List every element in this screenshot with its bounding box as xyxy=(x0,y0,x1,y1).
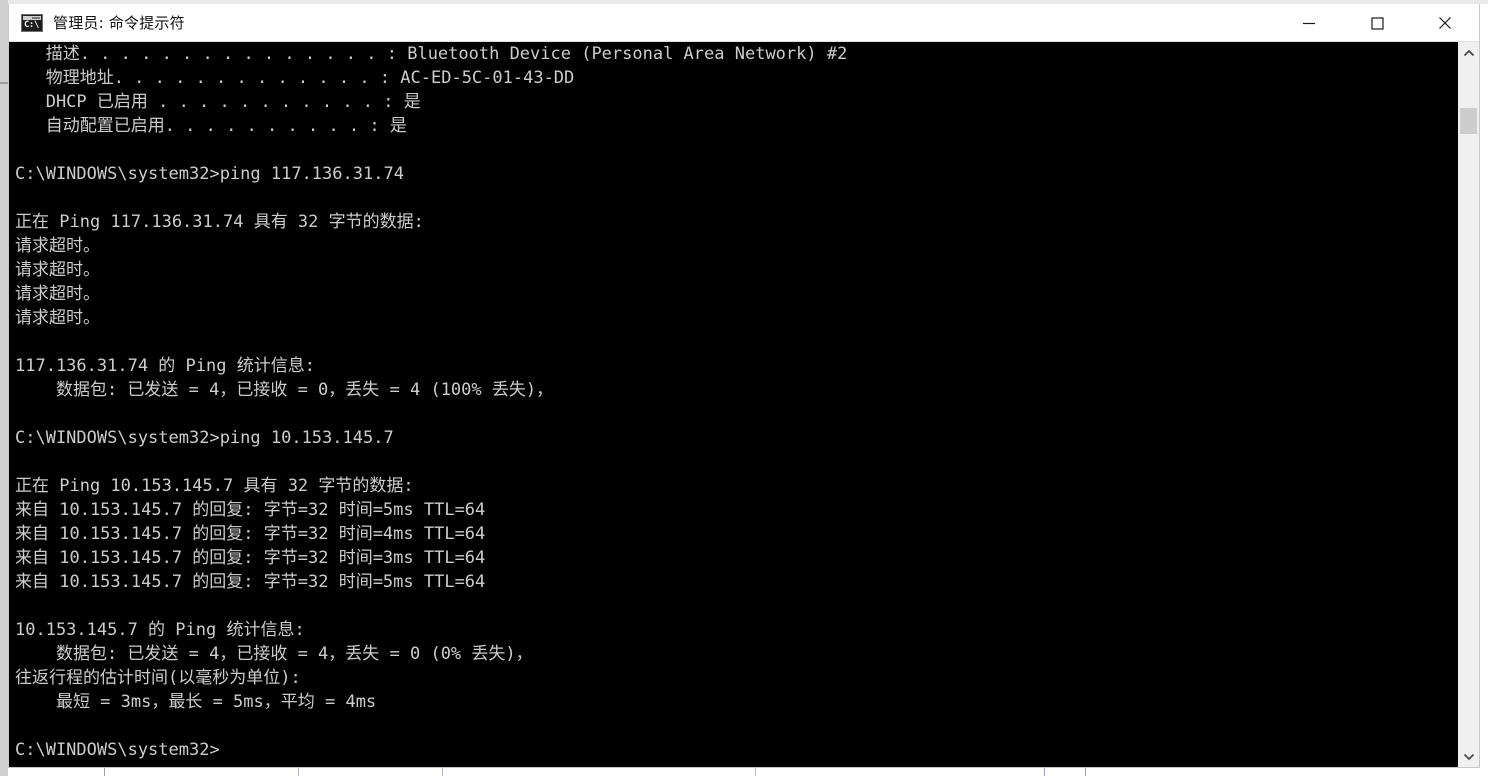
console-line: 请求超时。 xyxy=(15,284,100,304)
console-line: 物理地址. . . . . . . . . . . . . : AC-ED-5C… xyxy=(15,68,575,88)
console-line: C:\WINDOWS\system32>ping 10.153.145.7 xyxy=(15,428,394,448)
console-line: 10.153.145.7 的 Ping 统计信息: xyxy=(15,620,305,640)
scrollbar-thumb[interactable] xyxy=(1460,108,1477,134)
console-line: 请求超时。 xyxy=(15,260,100,280)
background-left-strip xyxy=(0,0,8,776)
console-body: 描述. . . . . . . . . . . . . . . : Blueto… xyxy=(9,42,1479,767)
window-titlebar[interactable]: C:\ 管理员: 命令提示符 xyxy=(9,4,1479,42)
console-line: 117.136.31.74 的 Ping 统计信息: xyxy=(15,356,315,376)
console-line: 来自 10.153.145.7 的回复: 字节=32 时间=3ms TTL=64 xyxy=(15,548,486,568)
maximize-icon xyxy=(1371,17,1384,30)
scroll-up-icon xyxy=(1463,49,1474,56)
maximize-button[interactable] xyxy=(1343,4,1411,42)
console-line: 数据包: 已发送 = 4，已接收 = 0，丢失 = 4 (100% 丢失)， xyxy=(15,380,554,400)
console-line: 来自 10.153.145.7 的回复: 字节=32 时间=5ms TTL=64 xyxy=(15,500,486,520)
command-prompt-window: C:\ 管理员: 命令提示符 描述. . . . . . . . . . . .… xyxy=(8,4,1480,768)
console-line: DHCP 已启用 . . . . . . . . . . . : 是 xyxy=(15,92,421,112)
close-icon xyxy=(1439,17,1451,29)
cmd-icon-glyph: C:\ xyxy=(24,19,39,30)
console-line: 自动配置已启用. . . . . . . . . . : 是 xyxy=(15,116,407,136)
console-line: 请求超时。 xyxy=(15,236,100,256)
window-controls xyxy=(1275,4,1479,42)
console-line: 往返行程的估计时间(以毫秒为单位): xyxy=(15,668,301,688)
scrollbar-track[interactable] xyxy=(1458,64,1479,745)
console-line: 正在 Ping 10.153.145.7 具有 32 字节的数据: xyxy=(15,476,414,496)
console-line: 来自 10.153.145.7 的回复: 字节=32 时间=5ms TTL=64 xyxy=(15,572,486,592)
console-line: 数据包: 已发送 = 4，已接收 = 4，丢失 = 0 (0% 丢失)， xyxy=(15,644,533,664)
scroll-up-button[interactable] xyxy=(1458,42,1479,64)
scroll-down-icon xyxy=(1463,753,1474,760)
minimize-icon xyxy=(1303,22,1315,25)
console-output[interactable]: 描述. . . . . . . . . . . . . . . : Blueto… xyxy=(9,42,1457,767)
window-title: 管理员: 命令提示符 xyxy=(53,14,185,32)
cmd-icon: C:\ xyxy=(21,13,43,32)
console-scrollbar[interactable] xyxy=(1457,42,1479,767)
console-line: 请求超时。 xyxy=(15,308,100,328)
close-button[interactable] xyxy=(1411,4,1479,42)
scroll-down-button[interactable] xyxy=(1458,745,1479,767)
console-line: C:\WINDOWS\system32> xyxy=(15,740,220,760)
minimize-button[interactable] xyxy=(1275,4,1343,42)
console-line: 来自 10.153.145.7 的回复: 字节=32 时间=4ms TTL=64 xyxy=(15,524,486,544)
desktop-background: 方商列 适用状态 Windows Defender 防火墙正在启用时的适用网 C… xyxy=(0,0,1488,776)
console-line: C:\WINDOWS\system32>ping 117.136.31.74 xyxy=(15,164,404,184)
console-line: 最短 = 3ms，最长 = 5ms，平均 = 4ms xyxy=(15,692,377,712)
console-line: 描述. . . . . . . . . . . . . . . : Blueto… xyxy=(15,44,848,64)
console-line: 正在 Ping 117.136.31.74 具有 32 字节的数据: xyxy=(15,212,424,232)
